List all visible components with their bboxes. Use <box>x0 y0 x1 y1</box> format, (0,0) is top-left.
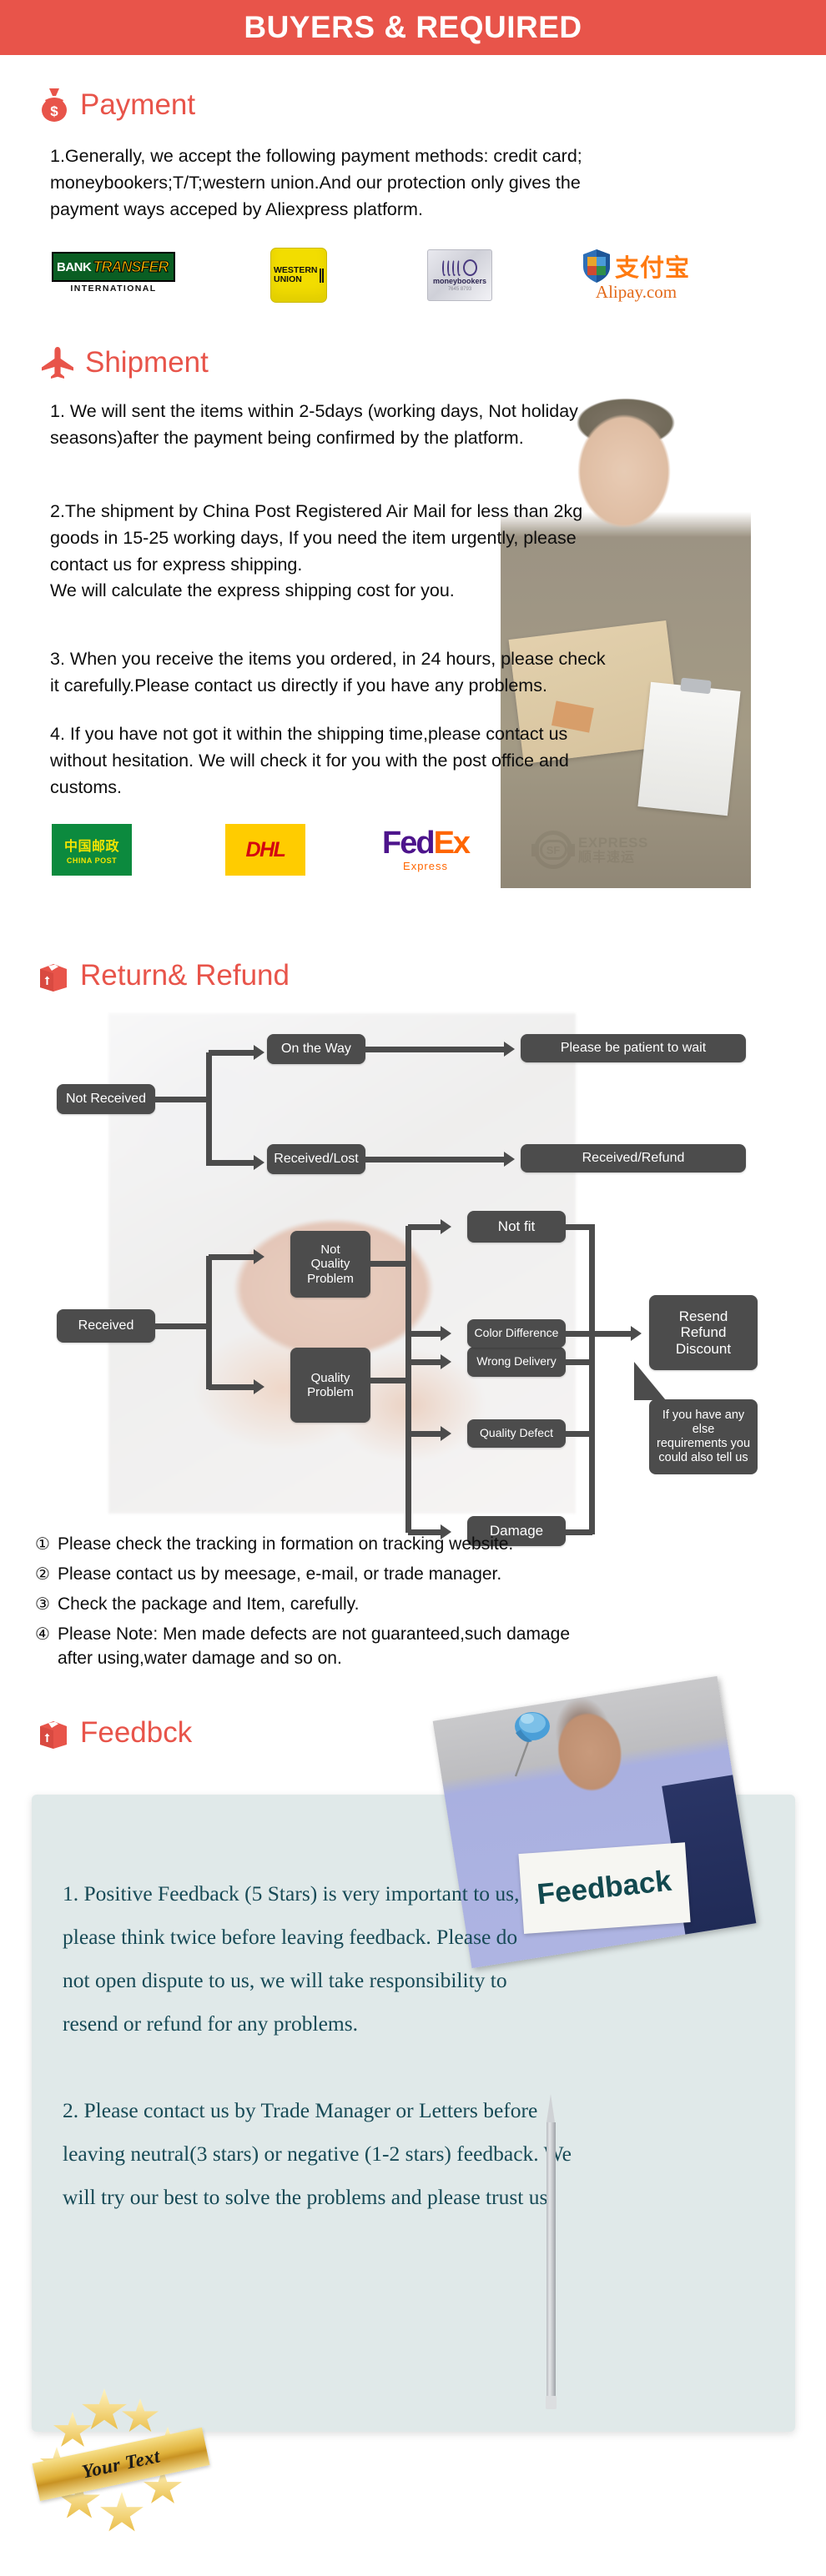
return-notes-list: ① Please check the tracking in formation… <box>35 1533 786 1677</box>
flow-connector-received-out <box>155 1323 209 1329</box>
pen-photo-element <box>546 2094 557 2409</box>
flow-arrow-to-be-patient <box>504 1042 515 1057</box>
flow-arrow-to-on-the-way <box>254 1045 264 1060</box>
flow-arrow-to-not-quality <box>254 1249 264 1264</box>
star-icon <box>121 2398 159 2433</box>
list-item-text: Please Note: Men made defects are not gu… <box>57 1624 570 1668</box>
star-icon <box>100 2492 144 2532</box>
flow-connector-spine-bottom <box>206 1256 212 1389</box>
feedback-body-text: 1. Positive Feedback (5 Stars) is very i… <box>63 1881 572 2210</box>
flow-connector-to-wrong-delivery <box>408 1359 443 1365</box>
list-item-text: Please contact us by meesage, e-mail, or… <box>57 1564 502 1584</box>
flow-node-not-received: Not Received <box>57 1084 155 1114</box>
flow-node-quality-defect: Quality Defect <box>467 1419 566 1448</box>
page-root: BUYERS & REQUIRED $ Payment 1.Generally,… <box>0 0 826 2576</box>
flow-node-received-lost: Received/Lost <box>267 1144 365 1174</box>
shipment-body-text-4: 4. If you have not got it within the shi… <box>50 724 569 797</box>
flow-connector-not-fit-right <box>566 1224 592 1230</box>
shipment-body-text-3: 3. When you receive the items you ordere… <box>50 649 606 695</box>
flow-connector-quality-defect-right <box>566 1431 592 1437</box>
flow-arrow-to-received-refund <box>504 1152 515 1167</box>
flow-connector-spine-top <box>206 1052 212 1166</box>
flow-connector-not-received-out <box>155 1097 209 1102</box>
pushpin-icon <box>514 1712 550 1777</box>
flow-arrow-to-wrong-delivery <box>441 1354 451 1369</box>
flow-arrow-to-color-difference <box>441 1326 451 1341</box>
flow-arrow-to-quality-defect <box>441 1426 451 1441</box>
flow-arrow-to-outcome <box>631 1326 642 1341</box>
flow-connector-not-quality-out <box>370 1261 409 1267</box>
list-item: ③ Check the package and Item, carefully. <box>35 1593 786 1616</box>
flow-node-please-be-patient: Please be patient to wait <box>521 1034 746 1062</box>
flow-connector-on-the-way-to-wait <box>365 1047 507 1052</box>
badge-ribbon: Your Text <box>32 2427 210 2502</box>
flow-connector-to-quality <box>209 1384 255 1390</box>
flow-connector-quality-out <box>370 1378 409 1383</box>
flow-connector-to-not-fit <box>408 1224 443 1230</box>
flow-connector-to-quality-defect <box>408 1431 443 1437</box>
flow-node-wrong-delivery: Wrong Delivery <box>467 1347 566 1377</box>
flow-arrow-to-not-fit <box>441 1219 451 1234</box>
flow-node-received: Received <box>57 1309 155 1343</box>
star-icon <box>53 2412 93 2447</box>
your-text-badge: Your Text <box>32 2387 210 2541</box>
badge-ribbon-text: Your Text <box>79 2445 162 2483</box>
list-item-text: Please check the tracking in formation o… <box>57 1534 514 1554</box>
flow-node-on-the-way: On the Way <box>267 1034 365 1064</box>
list-item: ④ Please Note: Men made defects are not … <box>35 1623 786 1670</box>
list-item-number: ④ <box>35 1624 50 1645</box>
flow-connector-to-on-the-way <box>209 1050 255 1056</box>
shipment-body-text-1: 1. We will sent the items within 2-5days… <box>50 401 578 448</box>
list-item: ② Please contact us by meesage, e-mail, … <box>35 1563 786 1586</box>
list-item-text: Check the package and Item, carefully. <box>57 1594 360 1614</box>
flow-connector-right-collector <box>589 1224 595 1534</box>
flow-connector-to-color-difference <box>408 1331 443 1337</box>
flow-connector-wrong-delivery-right <box>566 1359 592 1365</box>
list-item-number: ① <box>35 1534 50 1554</box>
flow-connector-to-not-quality <box>209 1254 255 1260</box>
flow-connector-received-lost-to-refund <box>365 1157 507 1162</box>
shipment-body-text-2: 2.The shipment by China Post Registered … <box>50 501 583 601</box>
list-item-number: ③ <box>35 1594 50 1614</box>
list-item-number: ② <box>35 1564 50 1584</box>
flow-node-color-difference: Color Difference <box>467 1319 566 1348</box>
flow-node-quality-problem: Quality Problem <box>290 1348 370 1423</box>
flow-connector-to-received-lost <box>209 1160 255 1166</box>
list-item: ① Please check the tracking in formation… <box>35 1533 786 1556</box>
flow-callout-tail <box>634 1362 666 1400</box>
flow-node-not-quality-problem: Not Quality Problem <box>290 1231 370 1298</box>
payment-body-text: 1.Generally, we accept the following pay… <box>50 146 582 219</box>
flow-connector-color-difference-to-outcome <box>566 1331 634 1337</box>
flow-node-received-refund: Received/Refund <box>521 1144 746 1173</box>
flow-callout-extra-requirements: If you have any else requirements you co… <box>649 1399 758 1474</box>
flow-node-not-fit: Not fit <box>467 1211 566 1243</box>
flow-node-resend-refund-discount: Resend Refund Discount <box>649 1295 758 1370</box>
flow-arrow-to-quality <box>254 1379 264 1394</box>
flow-arrow-to-received-lost <box>254 1155 264 1170</box>
